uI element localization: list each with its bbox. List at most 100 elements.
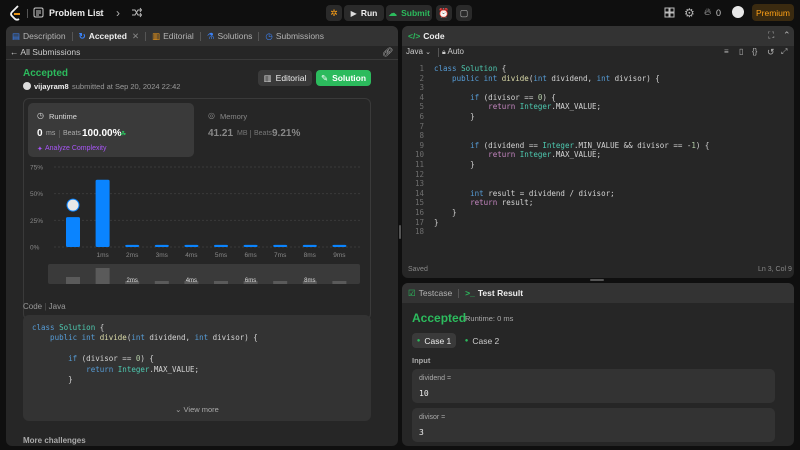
horizontal-resize-handle[interactable] [590, 279, 604, 282]
case-2-tab[interactable]: ● Case 2 [460, 333, 504, 348]
distribution-bar [184, 244, 199, 247]
runtime-beats-value: 100.00% [82, 128, 122, 139]
bug-icon: ✲ [330, 7, 338, 18]
settings-gear-icon[interactable]: ⚙ [684, 6, 695, 20]
auto-mode-toggle[interactable]: 🔒︎ Auto [442, 47, 464, 57]
runtime-distribution-chart[interactable]: 75% 50% 25% 0% 1ms 2ms 3ms 4ms 5ms 6ms 7ms 8ms 9ms 2m… [24, 159, 372, 319]
share-link-icon[interactable]: 🔗︎ [382, 47, 393, 58]
editorial-button[interactable]: ▥ Editorial [258, 70, 312, 86]
distribution-bar [125, 244, 140, 247]
param-dividend-value: 10 [419, 389, 429, 398]
runtime-value: 0 [37, 128, 43, 139]
code-editor[interactable]: 1 class Solution {2 public int divide(int… [402, 64, 794, 237]
input-param-dividend: dividend = 10 [412, 369, 775, 403]
distribution-bar [302, 244, 317, 247]
line-text: return Integer.MAX_VALUE; [434, 150, 602, 160]
code-preview: class Solution { public int divide(int d… [32, 323, 258, 385]
memory-unit: MB [237, 130, 248, 137]
submission-user[interactable]: vijayram8 [34, 82, 69, 91]
solution-button[interactable]: ✎ Solution [316, 70, 371, 86]
runtime-card[interactable]: ◷ Runtime 0 ms Beats 100.00% ☘ ✦ Analyze… [28, 103, 194, 157]
line-number: 15 [414, 198, 424, 208]
fullscreen-icon[interactable]: ⤢ [781, 47, 787, 57]
shuffle-icon[interactable] [131, 7, 142, 18]
chevrons-down-icon: ⌄ [175, 405, 182, 414]
accepted-icon: ↻ [78, 30, 86, 41]
result-runtime: Runtime: 0 ms [465, 314, 514, 323]
maximize-icon[interactable]: ⛶ [768, 30, 774, 41]
language-select[interactable]: Java ⌄ [406, 47, 431, 56]
run-label: Run [360, 8, 378, 18]
notes-button[interactable]: ▢ [456, 5, 472, 21]
problem-list-icon[interactable] [33, 7, 44, 18]
layout-grid-icon[interactable] [664, 7, 675, 18]
run-button[interactable]: ▶ Run [344, 5, 384, 21]
braces-icon[interactable]: {} [752, 47, 757, 56]
code-line: 10 return Integer.MAX_VALUE; [402, 150, 794, 160]
submission-status: Accepted [23, 68, 69, 79]
premium-button[interactable]: Premium [752, 4, 794, 21]
tab-accepted[interactable]: ↻ Accepted ✕ [73, 26, 146, 46]
line-number: 9 [419, 140, 424, 150]
reset-icon[interactable]: ↺ [767, 47, 775, 58]
x-tick-label: 6ms [244, 252, 257, 259]
close-tab-icon[interactable]: ✕ [132, 31, 139, 42]
submit-button[interactable]: ☁ Submit [386, 5, 432, 21]
code-line: 3 [402, 83, 794, 93]
code-line: return Integer.MAX_VALUE; [32, 365, 258, 375]
tab-editorial[interactable]: ▥ Editorial [146, 26, 200, 46]
code-line: 15 return result; [402, 198, 794, 208]
line-text: return Integer.MAX_VALUE; [434, 102, 602, 112]
note-icon: ▢ [459, 7, 469, 18]
streak-flame-icon[interactable]: 🔥︎ [704, 7, 711, 18]
leetcode-logo[interactable] [9, 5, 23, 21]
x-tick-label: 2ms [126, 252, 139, 259]
tab-submissions[interactable]: ◷ Submissions [259, 26, 330, 46]
analyze-complexity-link[interactable]: Analyze Complexity [45, 145, 106, 152]
tab-solutions[interactable]: ⚗ Solutions [201, 26, 259, 46]
pass-dot-icon: ● [416, 337, 421, 344]
submitted-at: submitted at Sep 20, 2024 22:42 [72, 82, 181, 91]
code-line: if (divisor == 0) { [32, 354, 258, 364]
result-tab-bar: ☑ Testcase >_ Test Result [402, 283, 794, 303]
line-number: 12 [414, 169, 424, 179]
result-status: Accepted [412, 311, 467, 325]
code-line: 1 class Solution { [402, 64, 794, 74]
tab-description[interactable]: ▤ Description [6, 26, 72, 46]
format-align-icon[interactable]: ≡ [724, 47, 729, 56]
distribution-bar [66, 217, 80, 247]
param-dividend-name: dividend = [419, 375, 452, 382]
overview-bar [154, 281, 169, 284]
problem-list-title[interactable]: Problem List [49, 8, 104, 18]
view-more-button[interactable]: ⌄ View more [23, 405, 371, 414]
chevron-up-icon[interactable]: ⌃ [783, 30, 791, 41]
timer-button[interactable]: ⏰ [436, 5, 452, 21]
left-tab-bar: ▤ Description ↻ Accepted ✕ ▥ Editorial ⚗ Solu… [6, 26, 398, 46]
line-text: if (dividend == Integer.MIN_VALUE && div… [434, 140, 710, 150]
line-number: 17 [414, 217, 424, 227]
line-number: 13 [414, 179, 424, 189]
memory-chip-icon: ◎ [208, 111, 215, 120]
line-text: int result = dividend / divisor; [434, 188, 615, 198]
memory-title[interactable]: Memory [220, 112, 247, 121]
code-label-row: Code | Java [23, 302, 66, 311]
back-to-submissions[interactable]: ← All Submissions [10, 47, 80, 57]
debug-button[interactable]: ✲ [326, 5, 342, 21]
distribution-bar [332, 244, 347, 247]
line-text: class Solution { [32, 323, 105, 332]
bookmark-icon[interactable]: ▯ [739, 47, 743, 56]
play-icon: ▶ [350, 8, 357, 18]
tab-testcase[interactable]: ☑ Testcase [402, 283, 458, 303]
code-line: 14 int result = dividend / divisor; [402, 189, 794, 199]
next-problem-icon[interactable]: › [116, 6, 120, 20]
prev-problem-icon[interactable]: ‹ [98, 6, 102, 20]
code-line: 9 if (dividend == Integer.MIN_VALUE && d… [402, 141, 794, 151]
top-bar: Problem List ‹ › ✲ ▶ Run ☁ Submit ⏰ ▢ ⚙ … [0, 0, 800, 26]
overview-tick-label: 6ms [245, 278, 256, 284]
tab-code[interactable]: </> Code [402, 26, 451, 46]
arrow-left-icon: ← [10, 47, 19, 57]
case-1-tab[interactable]: ● Case 1 [412, 333, 456, 348]
avatar[interactable] [732, 6, 744, 18]
tab-test-result[interactable]: >_ Test Result [459, 283, 529, 303]
input-label: Input [412, 356, 431, 365]
